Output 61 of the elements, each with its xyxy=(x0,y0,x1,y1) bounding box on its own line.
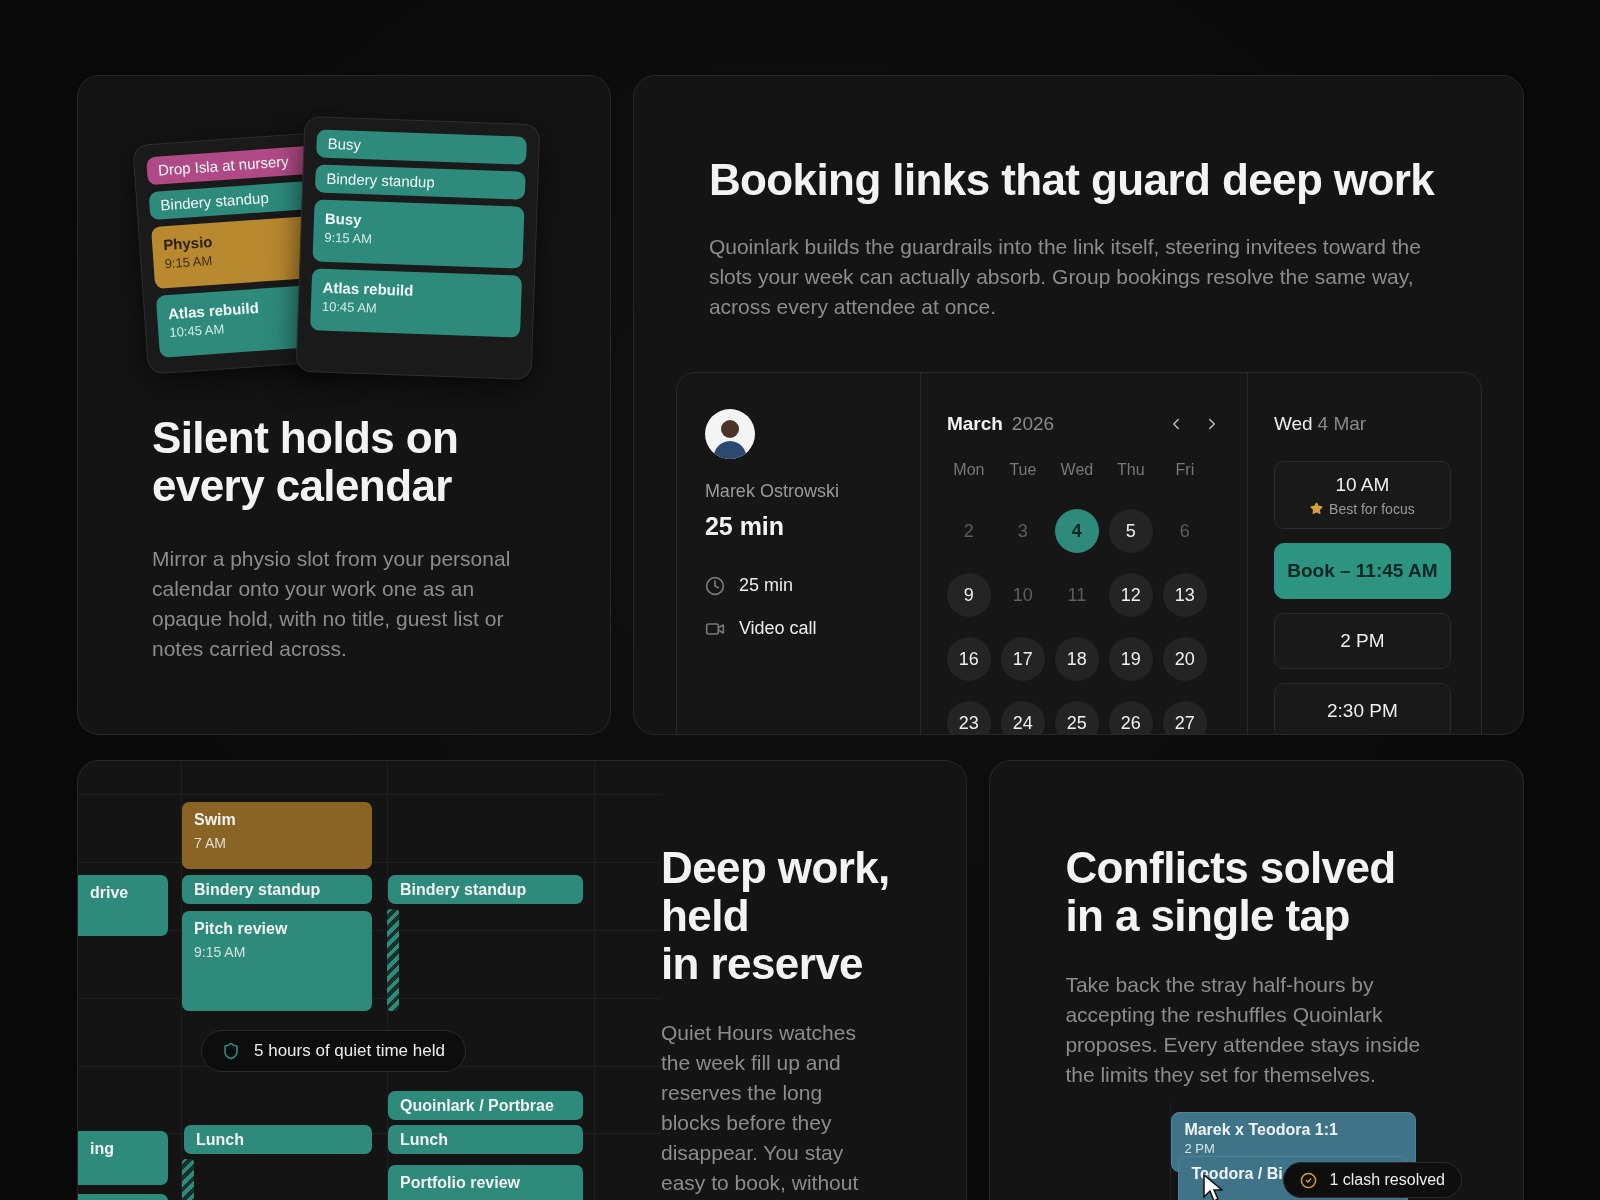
month-label: March xyxy=(946,413,1003,435)
time-slot[interactable]: 2 PM xyxy=(1273,613,1451,669)
card-description: Quiet Hours watches the week fill up and reserves the long blocks before they disappear. You stay easy to book, without xyxy=(661,1020,860,1196)
selected-date: 4 Mar xyxy=(1317,413,1367,435)
card-title: Silent holds on every calendar xyxy=(152,414,459,510)
card-title: Booking links that guard deep work xyxy=(708,156,1435,204)
calendar-day[interactable]: 27 xyxy=(1162,701,1207,734)
meeting-duration: 25 min xyxy=(704,512,786,541)
calendar-day[interactable]: 24 xyxy=(1000,701,1045,734)
year-label: 2026 xyxy=(1011,413,1055,435)
calendar-day[interactable]: 18 xyxy=(1054,637,1099,681)
card-description: Quoinlark builds the guardrails into the link itself, steering invitees toward the slots your week can actually absorb. Group bookings resolve the same way, across every attendee at once. xyxy=(708,234,1422,320)
check-circle-icon xyxy=(1300,1171,1318,1189)
calendar-day[interactable]: 26 xyxy=(1108,701,1153,734)
weekday-label: Tue xyxy=(1009,461,1037,479)
calendar-event: Pitch review 9:15 AM xyxy=(182,911,372,1011)
time-slot[interactable]: 10 AM Best for focus xyxy=(1273,461,1451,529)
time-slot[interactable]: 2:30 PM xyxy=(1273,683,1451,734)
shield-icon xyxy=(222,1042,240,1060)
book-button[interactable]: Book – 11:45 AM xyxy=(1273,543,1451,599)
quiet-time-badge: 5 hours of quiet time held xyxy=(201,1030,466,1072)
calendar-event: ing xyxy=(78,1131,168,1185)
calendar-event: Atlas rebuild 10:45 AM xyxy=(310,268,523,338)
calendar-event: Busy xyxy=(316,129,527,165)
calendar-event: Portfolio review xyxy=(388,1165,583,1200)
clash-resolved-badge: 1 clash resolved xyxy=(1283,1162,1462,1198)
calendar-event: Lunch xyxy=(184,1125,372,1154)
calendar-day[interactable]: 19 xyxy=(1108,637,1153,681)
calendar-day[interactable]: 16 xyxy=(946,637,991,681)
calendar-day[interactable]: 4 xyxy=(1054,509,1099,553)
host-name: Marek Ostrowski xyxy=(704,481,840,502)
avatar xyxy=(704,409,755,459)
calendar-event: Lunch xyxy=(388,1125,583,1154)
calendar-day[interactable]: 20 xyxy=(1162,637,1207,681)
calendar-day[interactable]: 23 xyxy=(946,701,991,734)
weekday-label: Mon xyxy=(953,461,985,479)
calendar-event: Bindery standup xyxy=(314,164,526,200)
calendar-event: Swim 7 AM xyxy=(182,802,372,869)
card-description: Mirror a physio slot from your personal calendar onto your work one as an opaque hold, with no title, guest list or notes carried across. xyxy=(152,546,512,662)
weekday-label: Wed xyxy=(1060,461,1094,479)
selected-weekday: Wed xyxy=(1273,413,1313,435)
weekday-label: Thu xyxy=(1117,461,1145,479)
calendar-event: Busy 9:15 AM xyxy=(312,199,525,269)
calendar-day[interactable]: 17 xyxy=(1000,637,1045,681)
card-description: Take back the stray half-hours by accepting the reshuffles Quoinlark proposes. Every attendee stays inside the limits they set for themselves. xyxy=(1065,972,1422,1088)
card-title: Deep work, held in reserve xyxy=(661,844,890,988)
card-title: Conflicts solved in a single tap xyxy=(1065,844,1396,940)
calendar-day[interactable]: 13 xyxy=(1162,573,1207,617)
star-icon xyxy=(1310,502,1324,515)
calendar-day[interactable]: 25 xyxy=(1054,701,1099,734)
calendar-event: drive xyxy=(78,875,168,936)
calendar-day[interactable]: 5 xyxy=(1108,509,1153,553)
calendar-event: Bindery standup xyxy=(388,875,583,904)
meeting-detail: Video call xyxy=(738,618,817,639)
calendar-event: Quoinlark / Portbrae xyxy=(388,1091,583,1120)
clock-icon xyxy=(704,575,725,596)
meeting-detail: 25 min xyxy=(738,575,793,596)
calendar-event: Bindery standup xyxy=(182,875,372,904)
weekday-label: Fri xyxy=(1175,461,1195,479)
calendar-day[interactable]: 9 xyxy=(946,573,991,617)
calendar-day[interactable]: 12 xyxy=(1108,573,1153,617)
